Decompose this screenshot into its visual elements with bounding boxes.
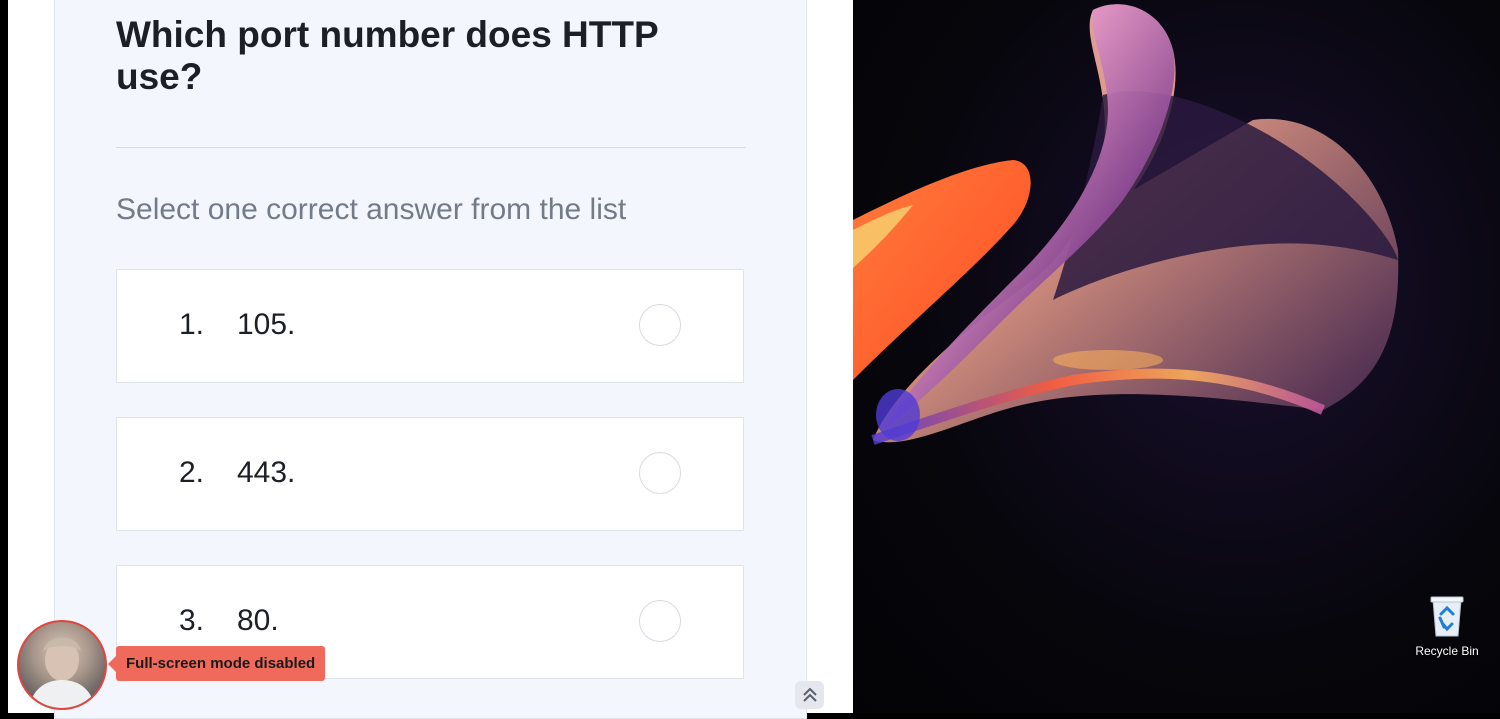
desktop-wallpaper bbox=[853, 0, 1500, 713]
option-number: 1. bbox=[179, 308, 205, 341]
fullscreen-warning-toast: Full-screen mode disabled bbox=[107, 646, 326, 681]
radio-button[interactable] bbox=[639, 304, 681, 346]
question-title: Which port number does HTTP use? bbox=[116, 14, 658, 97]
recycle-bin-label: Recycle Bin bbox=[1415, 644, 1479, 658]
radio-button[interactable] bbox=[639, 452, 681, 494]
option-text: 443. bbox=[237, 456, 296, 489]
divider bbox=[116, 147, 746, 148]
option-text: 80. bbox=[237, 604, 279, 637]
double-chevron-up-icon bbox=[802, 687, 817, 702]
webcam-avatar bbox=[17, 620, 107, 710]
option-text: 105. bbox=[237, 308, 296, 341]
scroll-up-button[interactable] bbox=[795, 681, 824, 709]
option-number: 3. bbox=[179, 604, 205, 637]
instruction-text: Select one correct answer from the list bbox=[116, 193, 627, 226]
wallpaper-art bbox=[853, 4, 1399, 445]
option-number: 2. bbox=[179, 456, 205, 489]
radio-button[interactable] bbox=[639, 600, 681, 642]
screen-edge bbox=[0, 0, 8, 713]
answer-option-2[interactable]: 2. 443. bbox=[116, 417, 744, 531]
answer-option-1[interactable]: 1. 105. bbox=[116, 269, 744, 383]
recycle-bin-icon[interactable] bbox=[1428, 594, 1466, 638]
